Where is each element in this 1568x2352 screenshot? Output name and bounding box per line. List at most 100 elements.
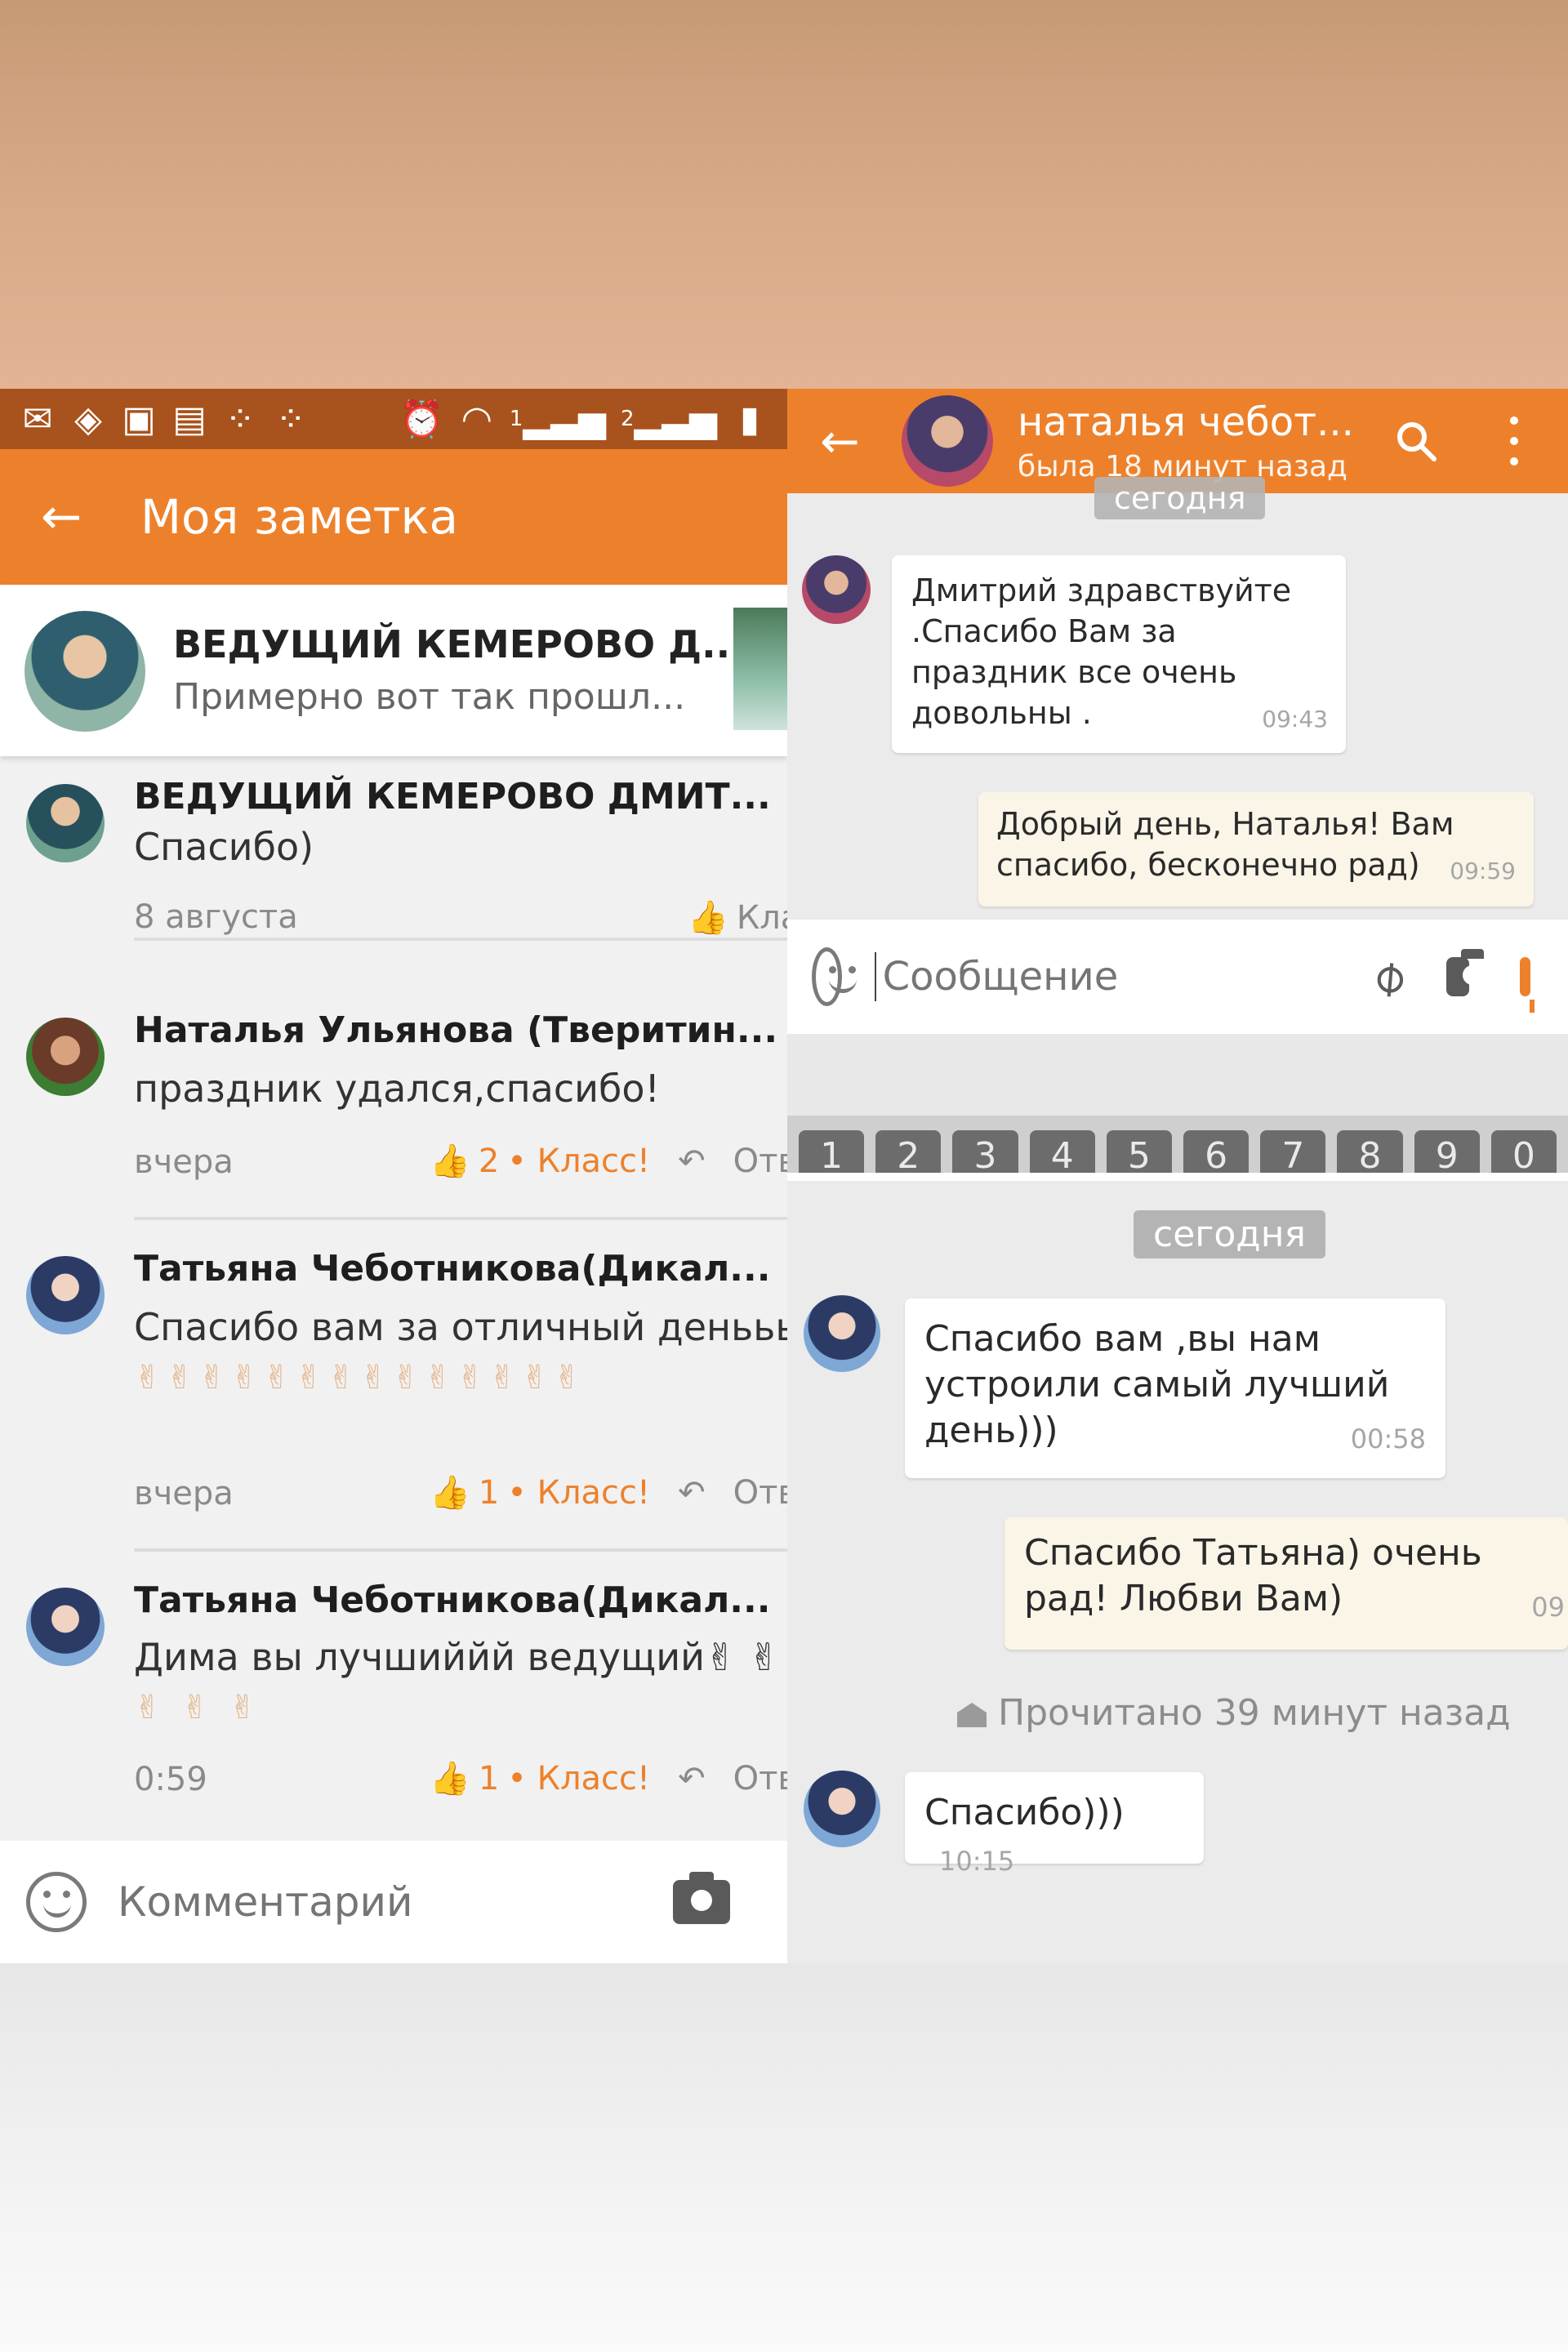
keyboard-key[interactable]: 3	[952, 1130, 1018, 1173]
chat-title-block[interactable]: наталья чебот... была 18 минут назад	[1018, 399, 1354, 483]
avatar[interactable]	[804, 1295, 880, 1372]
signal-2-icon: 2 ▂▃▅	[620, 398, 717, 440]
keyboard: 1 2 3 4 5 6 7 8 9 0	[787, 1034, 1568, 1173]
keyboard-key[interactable]: 8	[1337, 1130, 1403, 1173]
read-status-text: Прочитано 39 минут назад	[998, 1692, 1511, 1734]
message-text: Спасибо)))	[924, 1792, 1125, 1833]
camera-icon[interactable]	[1446, 949, 1484, 996]
reply-icon[interactable]: ↶	[678, 1143, 706, 1180]
avatar[interactable]	[26, 1256, 105, 1334]
battery-icon: ▮	[739, 398, 760, 440]
comment-time: 8 августа	[134, 898, 298, 936]
microphone-icon[interactable]	[1519, 957, 1535, 1013]
envelope-open-icon	[957, 1703, 987, 1727]
divider	[134, 1217, 787, 1220]
reply-button[interactable]: Ответ	[733, 1474, 787, 1512]
note-preview: Примерно вот так прошл...	[173, 676, 686, 718]
like-count: 1	[478, 1473, 500, 1512]
klass-button[interactable]: • Класс!	[507, 1143, 650, 1180]
message-input-bar: ⌀	[787, 920, 1568, 1034]
keyboard-key[interactable]: 7	[1260, 1130, 1326, 1173]
more-menu-icon[interactable]	[1506, 416, 1522, 466]
comment-author[interactable]: Наталья Ульянова (Тверитин...	[134, 1009, 777, 1051]
avatar[interactable]	[26, 784, 105, 862]
message-bubble-in: Спасибо))) 10:15	[905, 1772, 1204, 1877]
keyboard-key[interactable]: 2	[875, 1130, 942, 1173]
message-text: Дмитрий здравствуйте .Спасибо Вам за пра…	[911, 572, 1292, 731]
comment-time: вчера	[134, 1475, 234, 1512]
reply-button[interactable]: Ответ	[733, 1760, 787, 1797]
keyboard-key[interactable]: 5	[1106, 1130, 1173, 1173]
avatar[interactable]	[804, 1771, 880, 1847]
message-bubble-in: Спасибо вам ,вы нам устроили самый лучши…	[905, 1298, 1446, 1478]
avatar[interactable]	[902, 395, 993, 487]
thumb-up-icon[interactable]: 👍	[430, 1759, 470, 1797]
date-separator: сегодня	[1134, 1210, 1325, 1258]
note-header-card[interactable]: ВЕДУЩИЙ КЕМЕРОВО Д... Примерно вот так п…	[0, 585, 787, 756]
top-background	[0, 0, 1568, 389]
avatar[interactable]	[26, 1588, 105, 1666]
status-bar: ✉ ◈ ▣ ▤ ⁘ ⁘ ⏰ ◠ 1 ▂▃▅ 2 ▂▃▅ ▮	[0, 389, 787, 449]
comment-input-bar	[0, 1841, 787, 1963]
comment-item: ВЕДУЩИЙ КЕМЕРОВО ДМИТ... Спасибо) 8 авгу…	[0, 776, 787, 941]
comment-item: Наталья Ульянова (Тверитин... праздник у…	[0, 1009, 787, 1230]
keyboard-number-row: 1 2 3 4 5 6 7 8 9 0	[787, 1116, 1568, 1173]
date-separator: сегодня	[1094, 477, 1266, 519]
message-time: 09	[1531, 1592, 1565, 1623]
smile-icon[interactable]	[812, 947, 858, 1006]
chat-screen-tatyana: сегодня Спасибо вам ,вы нам устроили сам…	[787, 1181, 1568, 1963]
reply-button[interactable]: Ответ	[733, 1143, 787, 1180]
emoji-row: ✌✌✌✌✌✌✌✌✌✌✌✌✌✌	[134, 1359, 586, 1396]
comment-author[interactable]: Татьяна Чеботникова(Дикал...	[134, 1248, 770, 1290]
klass-button[interactable]: • Класс!	[507, 1760, 650, 1797]
note-author: ВЕДУЩИЙ КЕМЕРОВО Д...	[173, 622, 745, 666]
back-arrow-icon[interactable]: ←	[41, 492, 100, 541]
message-bubble-out: Добрый день, Наталья! Вам спасибо, беско…	[978, 792, 1534, 906]
comment-time: 0:59	[134, 1761, 207, 1798]
keyboard-key[interactable]: 1	[799, 1130, 865, 1173]
alarm-icon: ⏰	[399, 399, 444, 440]
message-text: Спасибо Татьяна) очень рад! Любви Вам)	[1024, 1532, 1482, 1619]
message-bubble-in: Дмитрий здравствуйте .Спасибо Вам за пра…	[892, 555, 1346, 753]
like-count: 2	[478, 1142, 500, 1180]
message-time: 10:15	[939, 1846, 1015, 1877]
keyboard-key[interactable]: 4	[1029, 1130, 1095, 1173]
note-comments-screen: ✉ ◈ ▣ ▤ ⁘ ⁘ ⏰ ◠ 1 ▂▃▅ 2 ▂▃▅ ▮ ← Моя заметк…	[0, 389, 787, 1963]
keyboard-key[interactable]: 9	[1414, 1130, 1480, 1173]
avatar	[24, 611, 145, 732]
comment-actions: 👍 1 • Класс! ↶ Ответ	[430, 1759, 787, 1798]
message-text: Спасибо вам ,вы нам устроили самый лучши…	[924, 1318, 1390, 1451]
message-input[interactable]	[880, 953, 1373, 1000]
thumb-up-icon[interactable]: 👍	[430, 1142, 470, 1180]
grid-icon: ⁘	[275, 398, 306, 440]
reply-icon[interactable]: ↶	[678, 1474, 706, 1512]
wifi-icon: ◠	[461, 398, 493, 440]
reply-icon[interactable]: ↶	[678, 1760, 706, 1797]
comment-author[interactable]: ВЕДУЩИЙ КЕМЕРОВО ДМИТ...	[134, 776, 771, 817]
smile-icon[interactable]	[26, 1872, 87, 1932]
klass-button[interactable]: 👍 Кла	[688, 898, 787, 938]
app-bar: ← Моя заметка	[0, 449, 787, 585]
comment-author[interactable]: Татьяна Чеботникова(Дикал...	[134, 1579, 770, 1621]
message-time: 09:59	[1450, 858, 1516, 884]
comment-text: праздник удался,спасибо!	[134, 1067, 660, 1111]
page-title: Моя заметка	[140, 489, 459, 545]
comment-text: Дима вы лучшиййй ведущий✌ ✌	[134, 1635, 780, 1679]
chat-contact-name: наталья чебот...	[1018, 399, 1354, 445]
keyboard-key[interactable]: 6	[1183, 1130, 1250, 1173]
thumb-up-icon[interactable]: 👍	[430, 1473, 470, 1512]
avatar[interactable]	[26, 1018, 105, 1096]
back-arrow-icon[interactable]: ←	[820, 413, 869, 469]
signal-1-icon: 1 ▂▃▅	[509, 398, 606, 440]
klass-button[interactable]: • Класс!	[507, 1474, 650, 1512]
message-time: 00:58	[1350, 1423, 1426, 1454]
comment-input[interactable]	[116, 1878, 673, 1927]
message-time: 09:43	[1262, 706, 1328, 733]
emoji-row: ✌ ✌ ✌	[134, 1689, 261, 1726]
camera-icon[interactable]	[673, 1872, 730, 1924]
keyboard-key[interactable]: 0	[1490, 1130, 1557, 1173]
thumb-up-icon: 👍	[688, 899, 728, 937]
search-icon[interactable]	[1392, 416, 1441, 466]
avatar[interactable]	[802, 555, 871, 624]
bottom-background	[0, 1963, 1568, 2352]
